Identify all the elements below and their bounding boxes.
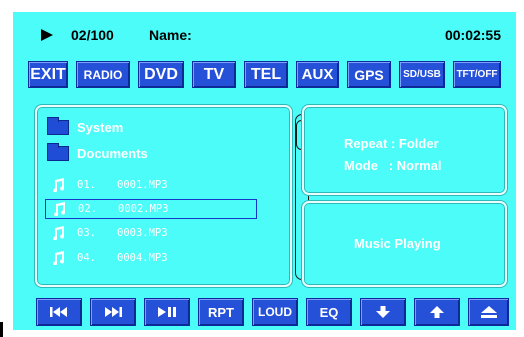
aux-button[interactable]: AUX [296, 61, 339, 88]
next-icon [105, 307, 122, 317]
tv-button-label: TV [203, 65, 225, 83]
folder-item-system[interactable]: System [47, 116, 124, 136]
repeat-button-label: RPT [208, 304, 234, 320]
file-browser-panel: System Documents 01. 0001.MP3 02. 0002.M… [35, 105, 309, 287]
playback-settings-panel: Repeat : Folder Mode : Normal [302, 105, 507, 195]
next-track-button[interactable] [90, 298, 136, 326]
dvd-button[interactable]: DVD [138, 61, 184, 88]
eject-icon [480, 306, 497, 318]
repeat-button[interactable]: RPT [198, 298, 244, 326]
tv-button[interactable]: TV [192, 61, 236, 88]
loud-button-label: LOUD [258, 305, 292, 319]
playback-status-text: Music Playing [354, 236, 441, 251]
loud-button[interactable]: LOUD [252, 298, 298, 326]
exit-button[interactable]: EXIT [28, 61, 68, 88]
file-item[interactable]: 01. 0001.MP3 [45, 175, 257, 195]
arrow-up-icon [430, 306, 444, 318]
music-note-icon [53, 251, 65, 265]
radio-button[interactable]: RADIO [76, 61, 130, 88]
play-pause-icon [158, 307, 176, 317]
eq-button[interactable]: EQ [306, 298, 352, 326]
previous-track-button[interactable] [36, 298, 82, 326]
gps-button-label: GPS [354, 66, 384, 83]
dvd-button-label: DVD [144, 65, 178, 83]
file-number: 03. [77, 227, 96, 239]
track-name-label: Name: [149, 27, 192, 43]
previous-icon [50, 307, 67, 317]
edge-mark [0, 322, 3, 337]
gps-button[interactable]: GPS [347, 61, 391, 88]
file-item[interactable]: 04. 0004.MP3 [45, 248, 257, 268]
eject-button[interactable] [468, 298, 509, 326]
folder-icon [47, 142, 69, 161]
tel-button[interactable]: TEL [244, 61, 288, 88]
music-note-icon [53, 226, 65, 240]
sd-usb-button-label: SD/USB [403, 69, 441, 80]
elapsed-time: 00:02:55 [444, 27, 501, 43]
file-number: 02. [78, 203, 97, 215]
file-name: 0004.MP3 [117, 252, 168, 264]
play-status-icon [41, 29, 53, 41]
file-name: 0002.MP3 [118, 203, 169, 215]
folder-label: System [77, 119, 124, 135]
music-note-icon [53, 178, 65, 192]
sd-usb-button[interactable]: SD/USB [399, 61, 445, 88]
play-pause-button[interactable] [144, 298, 190, 326]
music-note-icon [54, 202, 66, 216]
down-button[interactable] [360, 298, 406, 326]
radio-button-label: RADIO [83, 67, 123, 82]
file-number: 04. [77, 252, 96, 264]
exit-button-label: EXIT [30, 65, 66, 83]
file-number: 01. [77, 179, 96, 191]
aux-button-label: AUX [301, 66, 334, 83]
file-item[interactable]: 03. 0003.MP3 [45, 223, 257, 243]
folder-label: Documents [77, 145, 148, 161]
eq-button-label: EQ [319, 304, 339, 320]
tft-off-button[interactable]: TFT/OFF [453, 61, 501, 88]
folder-icon [47, 116, 69, 135]
track-counter: 02/100 [71, 27, 114, 43]
file-name: 0001.MP3 [117, 179, 168, 191]
playback-status-panel: Music Playing [302, 201, 507, 287]
tel-button-label: TEL [250, 65, 282, 83]
tft-off-button-label: TFT/OFF [456, 69, 498, 80]
repeat-setting: Repeat : Folder [344, 136, 439, 151]
media-player-screen: 02/100 Name: 00:02:55 EXIT RADIO DVD TV … [13, 12, 516, 330]
up-button[interactable] [414, 298, 460, 326]
arrow-down-icon [376, 306, 390, 318]
folder-item-documents[interactable]: Documents [47, 142, 148, 162]
file-name: 0003.MP3 [117, 227, 168, 239]
mode-setting: Mode : Normal [344, 158, 442, 173]
file-item-selected[interactable]: 02. 0002.MP3 [45, 199, 257, 219]
status-bar: 02/100 Name: 00:02:55 [13, 12, 516, 52]
